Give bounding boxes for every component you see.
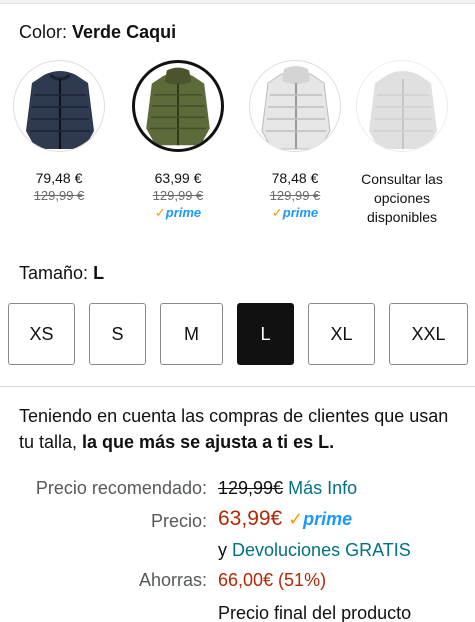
recommended-price-label: Precio recomendado: [35, 478, 207, 498]
color-heading: Color: Verde Caqui [19, 22, 176, 43]
jacket-icon [261, 66, 331, 150]
size-button-xs[interactable]: XS [8, 303, 75, 365]
jacket-icon [369, 71, 437, 149]
swatch-old-price: 129,99 € [269, 188, 321, 203]
top-divider [0, 0, 475, 4]
savings-value: 66,00€ (51%) [218, 570, 327, 590]
prime-badge: ✓prime [236, 205, 354, 221]
prime-badge: ✓prime [288, 509, 352, 529]
swatch-price: 79,48 € [35, 170, 83, 186]
returns-prefix: y [218, 540, 227, 560]
size-label: Tamaño: [19, 263, 89, 283]
consult-options-text: Consultar las opciones disponibles [361, 171, 443, 225]
price-value: 63,99€ [218, 507, 283, 530]
swatch-old-price: 129,99 € [152, 188, 204, 203]
swatch-verde-caqui[interactable]: 63,99 € 129,99 € ✓prime [119, 60, 237, 221]
swatch-navy[interactable]: 79,48 € 129,99 € [0, 60, 118, 203]
swatch-price: 63,99 € [154, 170, 202, 186]
prime-check-icon: ✓ [271, 205, 283, 220]
more-info-link[interactable]: Más Info [288, 478, 357, 498]
swatch-image[interactable] [356, 60, 448, 152]
prime-badge: ✓prime [119, 205, 237, 221]
final-price-note: Precio final del producto [218, 603, 412, 622]
swatch-grey[interactable]: Consultar las opciones disponibles [342, 60, 462, 227]
recommended-price-value: 129,99€ [218, 478, 284, 498]
free-returns-link[interactable]: Devoluciones GRATIS [232, 540, 411, 560]
final-price-row: Precio final del producto [0, 602, 475, 622]
savings-label: Ahorras: [138, 570, 207, 590]
swatch-price: 78,48 € [271, 170, 319, 186]
size-button-xxl[interactable]: XXL [389, 303, 468, 365]
size-button-s[interactable]: S [89, 303, 146, 365]
size-heading: Tamaño: L [19, 263, 104, 284]
color-label: Color: [19, 22, 68, 42]
prime-check-icon: ✓ [154, 205, 166, 220]
swatch-image[interactable] [249, 60, 341, 152]
swatch-white[interactable]: 78,48 € 129,99 € ✓prime [236, 60, 354, 221]
prime-text: prime [282, 205, 319, 220]
price-row: Precio: 63,99€ ✓prime [0, 508, 475, 534]
color-value: Verde Caqui [72, 22, 177, 42]
size-value: L [93, 263, 105, 283]
fit-recommendation: Teniendo en cuenta las compras de client… [19, 403, 459, 455]
section-divider [0, 386, 475, 387]
size-selector: XS S M L XL XXL [0, 303, 475, 365]
returns-row: y Devoluciones GRATIS [0, 539, 475, 563]
swatch-image[interactable] [13, 60, 105, 152]
prime-text: prime [165, 205, 202, 220]
prime-text: prime [303, 509, 353, 529]
fit-highlight: la que más se ajusta a ti es L. [82, 432, 335, 452]
price-label: Precio: [150, 511, 207, 531]
swatch-old-price: 129,99 € [33, 188, 85, 203]
size-button-l[interactable]: L [237, 303, 294, 365]
jacket-icon [146, 67, 210, 146]
size-button-xl[interactable]: XL [308, 303, 375, 365]
prime-check-icon: ✓ [288, 509, 304, 529]
color-swatches: 79,48 € 129,99 € 63,99 € 129,99 € ✓prime [0, 60, 475, 240]
savings-row: Ahorras: 66,00€ (51%) [0, 569, 475, 593]
jacket-icon [26, 71, 94, 149]
recommended-price-row: Precio recomendado: 129,99€ Más Info [0, 477, 475, 501]
swatch-image[interactable] [132, 60, 224, 152]
size-button-m[interactable]: M [160, 303, 223, 365]
